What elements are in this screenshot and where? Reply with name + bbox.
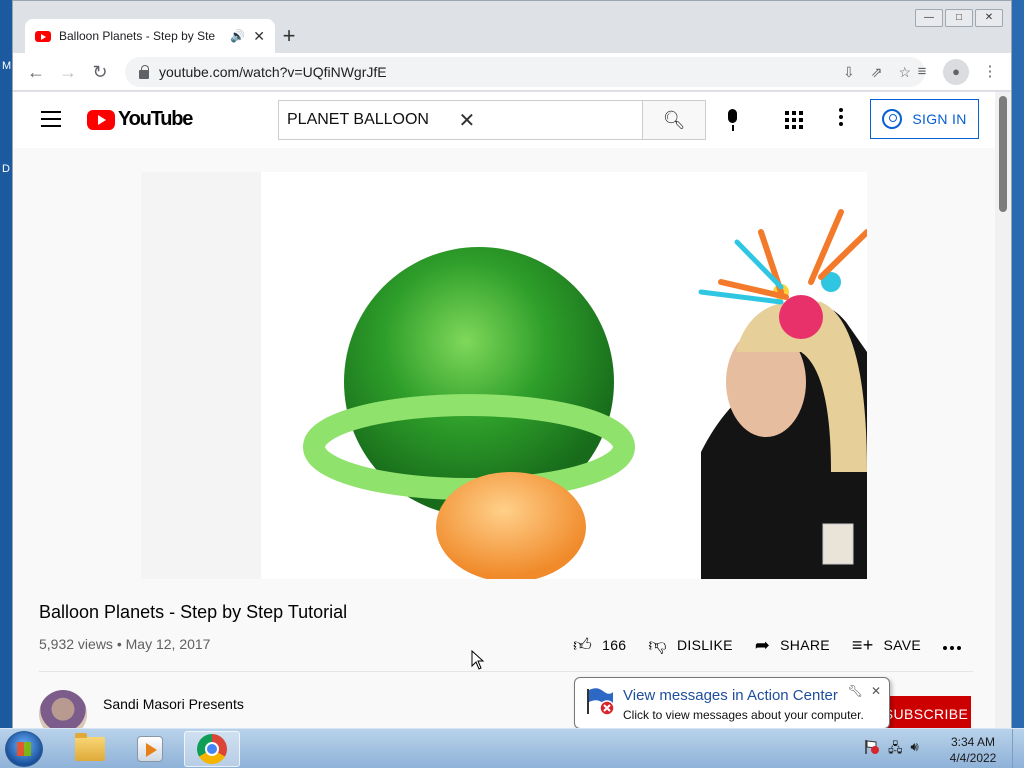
window-controls: — □ ✕ <box>915 9 1003 27</box>
mouse-cursor-icon <box>471 650 485 670</box>
subscribe-button[interactable]: SUBSCRIBE <box>881 696 971 729</box>
search-input[interactable]: PLANET BALLOON ✕ <box>278 100 642 140</box>
taskbar-explorer[interactable] <box>62 731 118 767</box>
new-tab-button[interactable]: + <box>275 23 303 51</box>
chrome-icon <box>197 734 227 764</box>
title-bar: Balloon Planets - Step by Ste 🔊 ✕ + — □ … <box>13 1 1011 53</box>
tab-title: Balloon Planets - Step by Ste <box>59 29 216 43</box>
save-button[interactable]: ≡+ SAVE <box>852 635 921 656</box>
video-player[interactable] <box>141 172 867 579</box>
youtube-header: YouTube PLANET BALLOON ✕ 🔍︎ SIGN IN <box>13 92 997 148</box>
url-text: youtube.com/watch?v=UQfiNWgrJfE <box>159 64 387 80</box>
show-desktop-button[interactable] <box>1012 729 1024 768</box>
sign-in-button[interactable]: SIGN IN <box>870 99 979 139</box>
more-actions-icon[interactable] <box>943 646 961 650</box>
upload-date: May 12, 2017 <box>125 636 211 652</box>
toolbar-right: ≡ ● ⋮ <box>909 59 1003 85</box>
browser-tab[interactable]: Balloon Planets - Step by Ste 🔊 ✕ <box>25 19 275 53</box>
minimize-button[interactable]: — <box>915 9 943 27</box>
share-page-icon[interactable]: ⇗ <box>871 64 883 81</box>
system-tray: 🖧 🔊︎ <box>864 739 919 761</box>
view-count: 5,932 views <box>39 636 113 652</box>
video-meta: 5,932 views • May 12, 2017 <box>39 636 211 652</box>
notification-tools: 🔧︎ ✕ <box>848 684 881 698</box>
clock-date: 4/4/2022 <box>949 751 997 765</box>
channel-avatar[interactable] <box>39 690 87 729</box>
dislike-label: DISLIKE <box>676 637 733 653</box>
browser-window: Balloon Planets - Step by Ste 🔊 ✕ + — □ … <box>12 0 1012 729</box>
search-button[interactable]: 🔍︎ <box>642 100 706 140</box>
youtube-favicon-icon <box>35 30 51 42</box>
hamburger-menu-icon[interactable] <box>41 111 61 127</box>
reload-icon[interactable]: ↻ <box>87 59 113 85</box>
install-app-icon[interactable]: ⇩ <box>843 64 855 81</box>
channel-watermark <box>822 523 854 565</box>
close-tab-icon[interactable]: ✕ <box>253 28 265 45</box>
close-window-button[interactable]: ✕ <box>975 9 1003 27</box>
like-count: 166 <box>602 637 627 653</box>
forward-arrow-icon[interactable]: → <box>55 59 81 85</box>
profile-avatar-icon[interactable]: ● <box>943 59 969 85</box>
action-center-flag-icon <box>587 688 615 716</box>
youtube-logo[interactable]: YouTube <box>87 108 193 131</box>
youtube-page: YouTube PLANET BALLOON ✕ 🔍︎ SIGN IN Ball… <box>13 92 997 729</box>
speaker-icon[interactable]: 🔊 <box>230 29 245 43</box>
search-query: PLANET BALLOON <box>287 111 429 128</box>
share-button[interactable]: ➦ SHARE <box>755 635 830 656</box>
video-title: Balloon Planets - Step by Step Tutorial <box>39 602 348 622</box>
orange-balloon <box>436 472 586 579</box>
dislike-button[interactable]: 👎︎ DISLIKE <box>648 634 732 656</box>
media-player-icon <box>137 736 163 762</box>
search-icon: 🔍︎ <box>662 110 686 130</box>
taskbar-chrome[interactable] <box>184 731 240 767</box>
taskbar-clock[interactable]: 3:34 AM 4/4/2022 <box>944 734 1002 766</box>
page-scrollbar[interactable] <box>995 92 1011 729</box>
sign-in-label: SIGN IN <box>912 111 967 127</box>
address-bar[interactable]: youtube.com/watch?v=UQfiNWgrJfE ⇩ ⇗ ☆ <box>125 57 925 87</box>
browser-toolbar: ← → ↻ youtube.com/watch?v=UQfiNWgrJfE ⇩ … <box>13 53 1011 91</box>
playlist-add-icon: ≡+ <box>851 634 874 655</box>
chrome-menu-icon[interactable]: ⋮ <box>977 59 1003 85</box>
like-button[interactable]: 👍︎ 166 <box>573 634 626 656</box>
thumbs-up-icon: 👍︎ <box>573 635 593 655</box>
divider <box>39 671 973 672</box>
share-arrow-icon: ➦ <box>754 634 771 655</box>
apps-grid-icon[interactable] <box>785 111 803 129</box>
action-center-tray-icon[interactable] <box>864 739 880 755</box>
video-frame <box>141 172 867 579</box>
settings-more-icon[interactable] <box>839 108 843 130</box>
media-control-icon[interactable]: ≡ <box>909 59 935 85</box>
user-account-icon <box>882 109 903 129</box>
action-center-notification[interactable]: View messages in Action Center Click to … <box>574 677 890 742</box>
search-bar: PLANET BALLOON ✕ 🔍︎ <box>278 100 706 140</box>
clock-time: 3:34 AM <box>950 735 996 749</box>
desktop-icon-label: M <box>2 60 12 72</box>
back-arrow-icon[interactable]: ← <box>23 59 49 85</box>
youtube-play-icon <box>87 109 115 130</box>
volume-icon[interactable]: 🔊︎ <box>911 739 919 761</box>
channel-name[interactable]: Sandi Masori Presents <box>103 696 244 712</box>
notification-text: Click to view messages about your comput… <box>623 708 864 722</box>
start-button[interactable] <box>5 731 43 767</box>
wrench-icon[interactable]: 🔧︎ <box>848 684 863 698</box>
maximize-button[interactable]: □ <box>945 9 973 27</box>
desktop-icon-label: D <box>2 163 10 175</box>
notification-title[interactable]: View messages in Action Center <box>623 687 838 704</box>
scrollbar-thumb[interactable] <box>999 96 1007 212</box>
taskbar: 🖧 🔊︎ 3:34 AM 4/4/2022 <box>0 728 1024 768</box>
close-notification-icon[interactable]: ✕ <box>871 684 881 698</box>
youtube-logo-text: YouTube <box>118 108 193 130</box>
lock-icon[interactable] <box>139 64 149 79</box>
save-label: SAVE <box>883 637 922 653</box>
clear-search-icon[interactable]: ✕ <box>459 108 631 133</box>
folder-icon <box>75 733 105 761</box>
microphone-icon[interactable] <box>719 106 747 134</box>
share-label: SHARE <box>780 637 830 653</box>
network-icon[interactable]: 🖧 <box>888 739 903 761</box>
video-actions: 👍︎ 166 👎︎ DISLIKE ➦ SHARE ≡+ SAVE <box>573 634 943 656</box>
thumbs-down-icon: 👎︎ <box>648 635 667 655</box>
taskbar-media-player[interactable] <box>122 731 178 767</box>
